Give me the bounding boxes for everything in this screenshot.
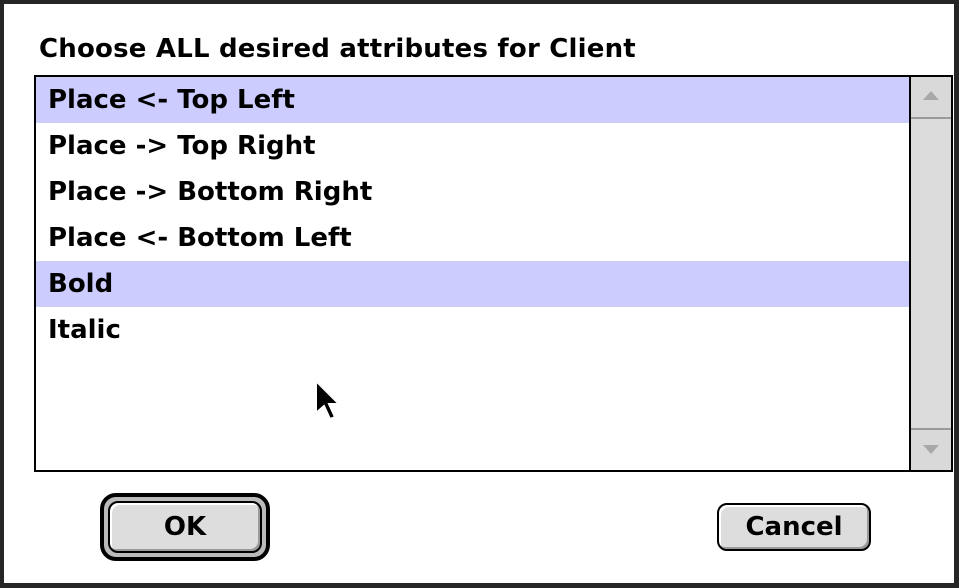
list-item-place-bottom-right[interactable]: Place -> Bottom Right bbox=[36, 169, 909, 215]
triangle-down-icon bbox=[923, 445, 939, 454]
attributes-listbox[interactable]: Place <- Top Left Place -> Top Right Pla… bbox=[34, 75, 953, 472]
arrow-pointer-icon bbox=[315, 379, 340, 421]
scroll-up-button[interactable] bbox=[911, 77, 951, 119]
attributes-list: Place <- Top Left Place -> Top Right Pla… bbox=[36, 77, 909, 470]
triangle-up-icon bbox=[923, 91, 939, 100]
scroll-down-button[interactable] bbox=[911, 428, 951, 470]
dialog-window: Choose ALL desired attributes for Client… bbox=[0, 0, 959, 588]
dialog-prompt: Choose ALL desired attributes for Client bbox=[39, 34, 636, 64]
list-item-place-bottom-left[interactable]: Place <- Bottom Left bbox=[36, 215, 909, 261]
ok-button[interactable]: OK bbox=[108, 501, 262, 553]
scroll-track[interactable] bbox=[911, 119, 951, 428]
list-item-italic[interactable]: Italic bbox=[36, 307, 909, 353]
list-item-place-top-right[interactable]: Place -> Top Right bbox=[36, 123, 909, 169]
list-item-place-top-left[interactable]: Place <- Top Left bbox=[36, 77, 909, 123]
cancel-button[interactable]: Cancel bbox=[717, 503, 871, 551]
list-item-bold[interactable]: Bold bbox=[36, 261, 909, 307]
vertical-scrollbar[interactable] bbox=[909, 77, 951, 470]
